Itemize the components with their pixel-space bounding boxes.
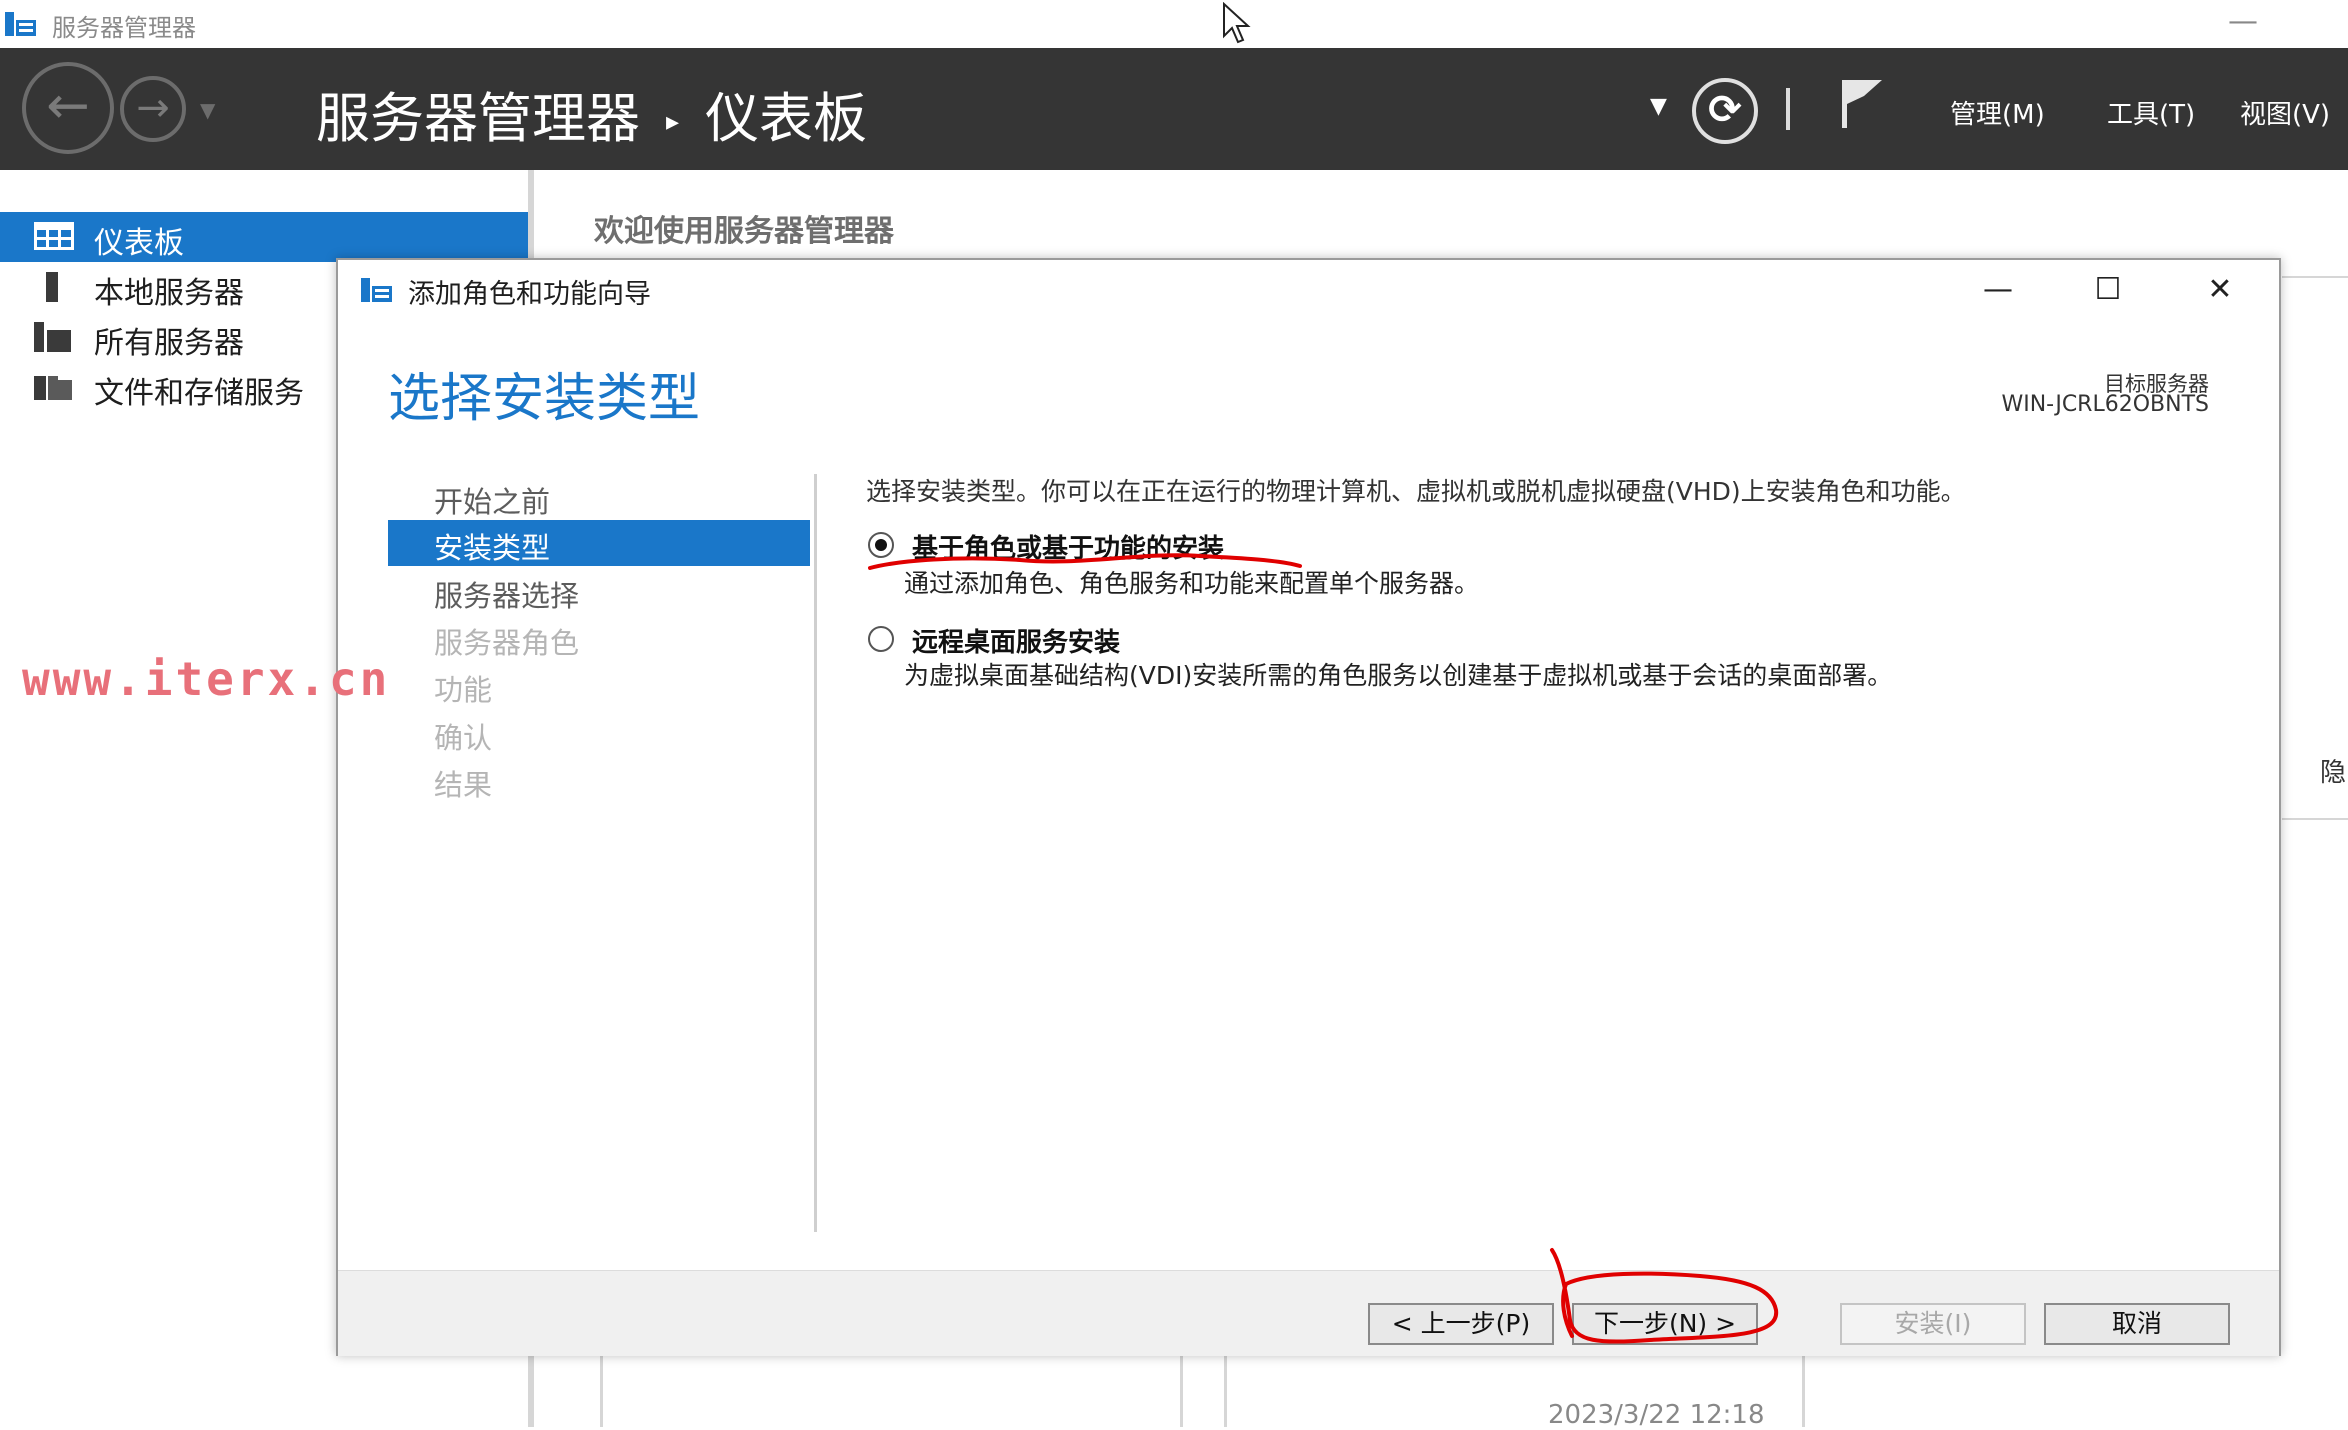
step-label: 服务器角色	[434, 626, 580, 660]
file-storage-icon	[34, 376, 72, 400]
background-tile-border	[2282, 276, 2348, 278]
sidebar-item-label: 文件和存储服务	[94, 376, 304, 411]
notifications-flag-icon[interactable]	[1840, 78, 1884, 130]
window-title: 服务器管理器	[52, 14, 196, 42]
sidebar-item-label: 本地服务器	[94, 276, 244, 311]
breadcrumb: 服务器管理器 ▸ 仪表板	[316, 74, 867, 153]
mouse-cursor-icon	[1223, 2, 1251, 44]
sidebar-item-label: 所有服务器	[94, 326, 244, 361]
menu-view[interactable]: 视图(V)	[2240, 94, 2330, 131]
role-based-radio[interactable]	[868, 532, 894, 558]
dialog-footer: < 上一步(P) 下一步(N) > 安装(I) 取消	[338, 1270, 2279, 1356]
refresh-icon: ⟳	[1708, 87, 1742, 133]
minimize-button[interactable]: —	[2228, 4, 2258, 39]
radio-selected-dot	[875, 539, 887, 551]
history-dropdown-icon[interactable]: ▼	[200, 98, 215, 122]
role-based-option-title[interactable]: 基于角色或基于功能的安装	[912, 528, 1224, 565]
remote-desktop-option-title[interactable]: 远程桌面服务安装	[912, 622, 1120, 659]
header-bar: ← → ▼ 服务器管理器 ▸ 仪表板 ▼ ⟳ 管理(M) 工具(T) 视图(V)	[0, 48, 2348, 170]
step-label: 结果	[434, 768, 493, 802]
steps-divider	[814, 474, 817, 1232]
dialog-titlebar: 添加角色和功能向导 — ☐ ✕	[338, 260, 2279, 320]
close-icon: ✕	[2207, 272, 2233, 307]
close-button[interactable]: ✕	[2190, 266, 2250, 314]
local-server-icon	[46, 272, 58, 302]
minimize-icon: —	[1983, 272, 2013, 307]
sidebar-item-label: 仪表板	[94, 226, 184, 261]
target-server-value: WIN-JCRL62OBNTS	[2001, 392, 2209, 417]
back-button[interactable]: ←	[22, 62, 114, 154]
maximize-button[interactable]: ☐	[2078, 266, 2138, 314]
menu-tools[interactable]: 工具(T)	[2107, 94, 2195, 131]
remote-desktop-option-desc: 为虚拟桌面基础结构(VDI)安装所需的角色服务以创建基于虚拟机或基于会话的桌面部…	[904, 661, 1893, 690]
wizard-step-results: 结果	[388, 757, 810, 803]
sidebar-item-dashboard[interactable]: 仪表板	[0, 212, 528, 262]
cancel-button[interactable]: 取消	[2044, 1303, 2230, 1345]
arrow-right-icon: →	[136, 85, 170, 131]
wizard-step-installation-type[interactable]: 安装类型	[388, 520, 810, 566]
minimize-button[interactable]: —	[1968, 266, 2028, 314]
step-label: 确认	[434, 721, 493, 755]
background-tile-border	[1802, 1356, 1805, 1427]
chevron-down-icon[interactable]: ▼	[1650, 94, 1667, 119]
welcome-title: 欢迎使用服务器管理器	[594, 214, 894, 249]
breadcrumb-separator-icon: ▸	[666, 107, 680, 138]
wizard-step-server-roles: 服务器角色	[388, 615, 810, 661]
background-tile-border	[600, 1356, 603, 1427]
server-manager-icon	[361, 278, 392, 302]
dashboard-icon	[34, 222, 74, 250]
previous-button[interactable]: < 上一步(P)	[1368, 1303, 1554, 1345]
next-button[interactable]: 下一步(N) >	[1572, 1303, 1758, 1345]
forward-button[interactable]: →	[120, 76, 186, 142]
breadcrumb-page: 仪表板	[705, 87, 868, 150]
page-title: 选择安装类型	[388, 369, 701, 429]
all-servers-icon	[34, 322, 71, 352]
maximize-icon: ☐	[2094, 272, 2122, 307]
wizard-step-features: 功能	[388, 662, 810, 708]
step-label: 功能	[434, 673, 493, 707]
wizard-step-before-you-begin[interactable]: 开始之前	[388, 474, 810, 520]
window-titlebar: 服务器管理器 —	[0, 0, 2348, 48]
dialog-title: 添加角色和功能向导	[408, 279, 651, 310]
installation-type-description: 选择安装类型。你可以在正在运行的物理计算机、虚拟机或脱机虚拟硬盘(VHD)上安装…	[866, 477, 1966, 506]
step-label: 服务器选择	[434, 579, 580, 613]
hide-link[interactable]: 隐	[2320, 752, 2346, 789]
background-tile-border	[1180, 1356, 1183, 1427]
timestamp: 2023/3/22 12:18	[1548, 1400, 1765, 1430]
install-button: 安装(I)	[1840, 1303, 2026, 1345]
add-roles-wizard-dialog: 添加角色和功能向导 — ☐ ✕ 选择安装类型 目标服务器 WIN-JCRL62O…	[336, 258, 2281, 1356]
background-tile-border	[2282, 818, 2348, 820]
step-label: 开始之前	[434, 485, 551, 519]
arrow-left-icon: ←	[46, 76, 90, 136]
refresh-button[interactable]: ⟳	[1692, 78, 1758, 144]
background-tile-border	[1224, 1356, 1227, 1427]
watermark-text: www.iterx.cn	[22, 652, 391, 706]
wizard-step-server-selection[interactable]: 服务器选择	[388, 568, 810, 614]
server-manager-icon	[5, 12, 36, 36]
divider	[1786, 88, 1790, 130]
step-label: 安装类型	[434, 531, 551, 565]
menu-manage[interactable]: 管理(M)	[1950, 94, 2045, 131]
breadcrumb-root[interactable]: 服务器管理器	[316, 87, 640, 150]
wizard-step-confirmation: 确认	[388, 710, 810, 756]
role-based-option-desc: 通过添加角色、角色服务和功能来配置单个服务器。	[904, 569, 1480, 598]
remote-desktop-radio[interactable]	[868, 626, 894, 652]
